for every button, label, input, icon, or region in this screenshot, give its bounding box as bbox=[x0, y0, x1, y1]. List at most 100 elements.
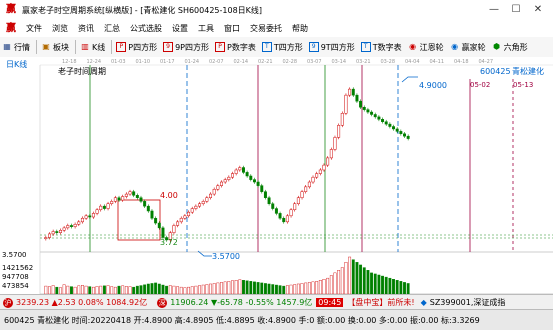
tb-winner-wheel-button[interactable]: ◉ 赢家轮 bbox=[448, 42, 490, 53]
menu-bar: 赢 文件 浏览 资讯 汇总 公式选股 设置 工具 窗口 交易委托 帮助 bbox=[0, 20, 553, 38]
winner-wheel-icon: ◉ bbox=[451, 42, 459, 51]
volume-bar bbox=[176, 286, 180, 294]
volume-bar bbox=[70, 286, 73, 294]
top-date-tick: 04-11 bbox=[430, 59, 445, 65]
candle-body bbox=[84, 215, 88, 219]
candle-body bbox=[223, 179, 227, 183]
minimize-button-icon[interactable]: — bbox=[483, 2, 505, 18]
volume-bar bbox=[274, 284, 278, 294]
period-label: 日K线 bbox=[6, 59, 27, 69]
volume-bar bbox=[326, 277, 330, 294]
candle-body bbox=[44, 237, 48, 239]
candle-body bbox=[102, 205, 106, 209]
volume-bar bbox=[77, 285, 81, 294]
menu-summary[interactable]: 汇总 bbox=[99, 23, 125, 34]
menu-file[interactable]: 文件 bbox=[21, 23, 47, 34]
kline-chart[interactable]: 日K线 老子时间周期 600425 青松建化 12-18 12-24 01-03 01… bbox=[0, 57, 553, 294]
index-ticker[interactable]: SZ399001,深证成指 bbox=[430, 297, 506, 308]
tb-gann-wheel-button[interactable]: ◉ 江恩轮 bbox=[406, 42, 448, 53]
hexagon-icon: ⬢ bbox=[493, 42, 501, 51]
volume-bar bbox=[296, 283, 300, 294]
volume-bar bbox=[132, 286, 136, 294]
tb-9t-square-button[interactable]: 9 9T四方形 bbox=[307, 42, 359, 53]
volume-bar bbox=[168, 285, 172, 294]
candle-body bbox=[179, 217, 183, 223]
tb-label: 赢家轮 bbox=[461, 42, 486, 52]
market-status-bar: 沪 3239.23 ▲2.53 0.08% 1084.92亿 深 11906.2… bbox=[0, 294, 553, 310]
volume-bar bbox=[340, 267, 344, 294]
window-controls: — ☐ ✕ bbox=[483, 2, 549, 18]
candle-body bbox=[198, 203, 202, 207]
volume-bar bbox=[95, 286, 99, 294]
menu-formula[interactable]: 公式选股 bbox=[125, 23, 167, 34]
tb-hexagon-button[interactable]: ⬢ 六角形 bbox=[490, 42, 532, 53]
tb-blocks-button[interactable]: ▣ 板块 bbox=[39, 42, 73, 53]
candle-body bbox=[80, 217, 84, 223]
volume-bar bbox=[249, 281, 253, 294]
candle-body bbox=[395, 128, 399, 132]
candle-body bbox=[176, 221, 180, 226]
menu-window[interactable]: 窗口 bbox=[219, 23, 245, 34]
top-date-tick: 02-07 bbox=[209, 59, 224, 65]
volume-bar bbox=[392, 278, 395, 294]
candle-body bbox=[161, 227, 165, 238]
maximize-button-icon[interactable]: ☐ bbox=[505, 2, 527, 18]
volume-bar bbox=[282, 285, 286, 294]
top-date-tick: 01-10 bbox=[136, 59, 151, 65]
volume-bar bbox=[307, 282, 311, 294]
candle-body bbox=[322, 164, 326, 171]
toolbar-divider bbox=[36, 40, 37, 54]
volume-bar bbox=[154, 282, 158, 294]
candle-body bbox=[139, 197, 143, 202]
top-date-tick: 03-14 bbox=[332, 59, 347, 65]
candle-body bbox=[289, 209, 293, 217]
candle-body bbox=[227, 176, 231, 180]
tb-9p-square-button[interactable]: 9 9P四方形 bbox=[161, 42, 213, 53]
kline-chart-area[interactable]: 日K线 老子时间周期 600425 青松建化 12-18 12-24 01-03 01… bbox=[0, 57, 553, 294]
tb-p-square-button[interactable]: P P四方形 bbox=[114, 42, 161, 53]
sz-amount: 1457.9亿 bbox=[276, 298, 313, 307]
candle-body bbox=[373, 114, 377, 118]
candle-body bbox=[220, 181, 223, 186]
volume-bar bbox=[370, 272, 373, 294]
tb-t-table-button[interactable]: T T数字表 bbox=[359, 42, 406, 53]
blocks-icon: ▣ bbox=[42, 42, 50, 51]
candle-body bbox=[333, 137, 337, 150]
volume-bar bbox=[289, 284, 293, 294]
box-bottom-label: 3.72 bbox=[160, 238, 178, 247]
top-date-tick: 01-17 bbox=[160, 59, 175, 65]
menu-trade[interactable]: 交易委托 bbox=[245, 23, 287, 34]
cycle-label: 老子时间周期 bbox=[58, 66, 106, 76]
tb-kline-button[interactable]: ▥ K线 bbox=[78, 42, 109, 53]
volume-bar bbox=[245, 280, 249, 294]
candle-body bbox=[187, 211, 191, 217]
volume-bar bbox=[66, 285, 70, 294]
top-date-tick: 03-28 bbox=[381, 59, 396, 65]
candle-body bbox=[183, 215, 187, 219]
volume-bar bbox=[231, 280, 234, 294]
menu-info[interactable]: 资讯 bbox=[73, 23, 99, 34]
menu-browse[interactable]: 浏览 bbox=[47, 23, 73, 34]
tb-label: 9P四方形 bbox=[175, 42, 209, 52]
candle-body bbox=[190, 208, 194, 213]
time-badge: 09:45 bbox=[316, 298, 344, 307]
tb-t-square-button[interactable]: T T四方形 bbox=[260, 42, 307, 53]
volume-bar bbox=[293, 284, 297, 294]
volume-bar bbox=[88, 286, 92, 294]
box-top-label: 4.00 bbox=[160, 191, 178, 200]
volume-bar bbox=[256, 282, 260, 294]
candle-body bbox=[110, 201, 114, 204]
tb-quotes-button[interactable]: ▦ 行情 bbox=[0, 42, 34, 53]
menu-tools[interactable]: 工具 bbox=[193, 23, 219, 34]
candle-body bbox=[212, 189, 216, 195]
news-ticker[interactable]: 【盘中宝】前所未! bbox=[347, 297, 414, 308]
9p-square-icon: 9 bbox=[163, 42, 174, 52]
volume-bar bbox=[187, 286, 190, 294]
close-button-icon[interactable]: ✕ bbox=[527, 2, 549, 18]
tb-label: 9T四方形 bbox=[320, 42, 355, 52]
menu-settings[interactable]: 设置 bbox=[167, 23, 193, 34]
menu-help[interactable]: 帮助 bbox=[287, 23, 313, 34]
candle-body bbox=[124, 193, 128, 197]
stock-name-label: 青松建化 bbox=[512, 66, 544, 76]
tb-p-table-button[interactable]: P P数字表 bbox=[213, 42, 260, 53]
